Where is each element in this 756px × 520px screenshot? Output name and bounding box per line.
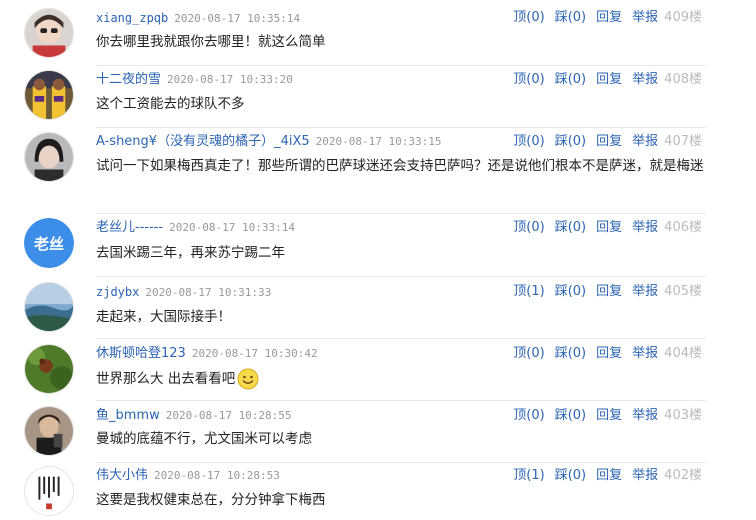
comment-meta: 老丝儿------ 2020-08-17 10:33:14	[96, 218, 295, 238]
upvote-button[interactable]: 顶(0)	[513, 220, 544, 235]
floor-number: 407楼	[664, 134, 702, 149]
downvote-button[interactable]: 踩(0)	[555, 346, 586, 361]
smiley-emoji-icon	[237, 368, 259, 390]
reply-button[interactable]: 回复	[596, 468, 622, 483]
comment-text: 世界那么大 出去看看吧	[96, 367, 706, 391]
avatar[interactable]	[24, 466, 74, 516]
report-button[interactable]: 举报	[632, 10, 658, 25]
report-button[interactable]: 举报	[632, 72, 658, 87]
downvote-button[interactable]: 踩(0)	[555, 10, 586, 25]
comment-actions: 顶(0) 踩(0) 回复 举报 404楼	[513, 344, 702, 364]
comment-actions: 顶(0) 踩(0) 回复 举报 403楼	[513, 406, 702, 426]
timestamp: 2020-08-17 10:30:42	[191, 347, 318, 360]
comment-text-body: 世界那么大 出去看看吧	[96, 371, 236, 387]
floor-number: 408楼	[664, 72, 702, 87]
comment-meta: 十二夜的雪 2020-08-17 10:33:20	[96, 70, 293, 90]
upvote-button[interactable]: 顶(0)	[513, 408, 544, 423]
reply-button[interactable]: 回复	[596, 284, 622, 299]
floor-number: 402楼	[664, 468, 702, 483]
report-button[interactable]: 举报	[632, 284, 658, 299]
comment-text: 这个工资能去的球队不多	[96, 96, 245, 112]
comment-actions: 顶(0) 踩(0) 回复 举报 408楼	[513, 70, 702, 90]
upvote-button[interactable]: 顶(0)	[513, 346, 544, 361]
avatar[interactable]	[24, 282, 74, 332]
floor-number: 405楼	[664, 284, 702, 299]
report-button[interactable]: 举报	[632, 408, 658, 423]
report-button[interactable]: 举报	[632, 220, 658, 235]
floor-number: 406楼	[664, 220, 702, 235]
floor-number: 404楼	[664, 346, 702, 361]
username-link[interactable]: 鱼_bmmw	[96, 408, 160, 423]
comment-meta: xiang_zpqb 2020-08-17 10:35:14	[96, 8, 300, 28]
downvote-button[interactable]: 踩(0)	[555, 134, 586, 149]
avatar[interactable]: 老丝	[24, 218, 74, 268]
comment-actions: 顶(0) 踩(0) 回复 举报 409楼	[513, 8, 702, 28]
avatar[interactable]	[24, 406, 74, 456]
comment-divider	[96, 276, 706, 277]
comment-actions: 顶(0) 踩(0) 回复 举报 406楼	[513, 218, 702, 238]
avatar[interactable]	[24, 132, 74, 182]
comment-text: 试问一下如果梅西真走了！那些所谓的巴萨球迷还会支持巴萨吗？还是说他们根本不是萨迷…	[96, 158, 704, 174]
comment-divider	[96, 338, 706, 339]
floor-number: 403楼	[664, 408, 702, 423]
username-link[interactable]: A-sheng¥（没有灵魂的橘子）_4iX5	[96, 134, 310, 149]
downvote-button[interactable]: 踩(0)	[555, 220, 586, 235]
comment-divider	[96, 462, 706, 463]
comment-divider	[96, 213, 706, 214]
username-link[interactable]: 休斯顿哈登123	[96, 346, 186, 361]
reply-button[interactable]: 回复	[596, 220, 622, 235]
timestamp: 2020-08-17 10:35:14	[174, 12, 301, 25]
comment-actions: 顶(1) 踩(0) 回复 举报 405楼	[513, 282, 702, 302]
comment-divider	[96, 127, 706, 128]
avatar[interactable]	[24, 70, 74, 120]
comment-actions: 顶(1) 踩(0) 回复 举报 402楼	[513, 466, 702, 486]
downvote-button[interactable]: 踩(0)	[555, 408, 586, 423]
timestamp: 2020-08-17 10:31:33	[145, 286, 272, 299]
timestamp: 2020-08-17 10:33:20	[167, 73, 293, 86]
comment-meta: A-sheng¥（没有灵魂的橘子）_4iX5 2020-08-17 10:33:1…	[96, 132, 441, 152]
comment-text: 你去哪里我就跟你去哪里！就这么简单	[96, 34, 326, 50]
comment-divider	[96, 65, 706, 66]
downvote-button[interactable]: 踩(0)	[555, 284, 586, 299]
comment-list: xiang_zpqb 2020-08-17 10:35:14 顶(0) 踩(0) 回复…	[0, 0, 756, 520]
downvote-button[interactable]: 踩(0)	[555, 468, 586, 483]
report-button[interactable]: 举报	[632, 468, 658, 483]
upvote-button[interactable]: 顶(0)	[513, 134, 544, 149]
upvote-button[interactable]: 顶(1)	[513, 468, 544, 483]
upvote-button[interactable]: 顶(0)	[513, 72, 544, 87]
floor-number: 409楼	[664, 10, 702, 25]
comment-meta: 伟大小伟 2020-08-17 10:28:53	[96, 466, 280, 486]
report-button[interactable]: 举报	[632, 134, 658, 149]
reply-button[interactable]: 回复	[596, 134, 622, 149]
comment-text: 这要是我权健束总在，分分钟拿下梅西	[96, 492, 326, 508]
upvote-button[interactable]: 顶(0)	[513, 10, 544, 25]
username-link[interactable]: 伟大小伟	[96, 468, 148, 483]
comment-meta: 鱼_bmmw 2020-08-17 10:28:55	[96, 406, 292, 426]
username-link[interactable]: 十二夜的雪	[96, 72, 161, 87]
timestamp: 2020-08-17 10:28:55	[165, 409, 292, 422]
reply-button[interactable]: 回复	[596, 408, 622, 423]
comment-text: 曼城的底蕴不行，尤文国米可以考虑	[96, 431, 312, 447]
comment-actions: 顶(0) 踩(0) 回复 举报 407楼	[513, 132, 702, 152]
avatar-initials: 老丝	[33, 235, 64, 253]
comment-divider	[96, 400, 706, 401]
username-link[interactable]: 老丝儿------	[96, 220, 163, 235]
avatar[interactable]	[24, 8, 74, 58]
comment-meta: 休斯顿哈登123 2020-08-17 10:30:42	[96, 344, 318, 364]
comment-text: 走起来，大国际接手！	[96, 309, 231, 325]
avatar[interactable]	[24, 344, 74, 394]
downvote-button[interactable]: 踩(0)	[555, 72, 586, 87]
upvote-button[interactable]: 顶(1)	[513, 284, 544, 299]
username-link[interactable]: xiang_zpqb	[96, 11, 168, 25]
reply-button[interactable]: 回复	[596, 72, 622, 87]
username-link[interactable]: zjdybx	[96, 285, 139, 299]
reply-button[interactable]: 回复	[596, 10, 622, 25]
comment-meta: zjdybx 2020-08-17 10:31:33	[96, 282, 271, 302]
timestamp: 2020-08-17 10:33:15	[315, 135, 442, 148]
report-button[interactable]: 举报	[632, 346, 658, 361]
timestamp: 2020-08-17 10:33:14	[169, 221, 295, 234]
reply-button[interactable]: 回复	[596, 346, 622, 361]
timestamp: 2020-08-17 10:28:53	[154, 469, 280, 482]
comment-text: 去国米踢三年，再来苏宁踢二年	[96, 245, 285, 261]
